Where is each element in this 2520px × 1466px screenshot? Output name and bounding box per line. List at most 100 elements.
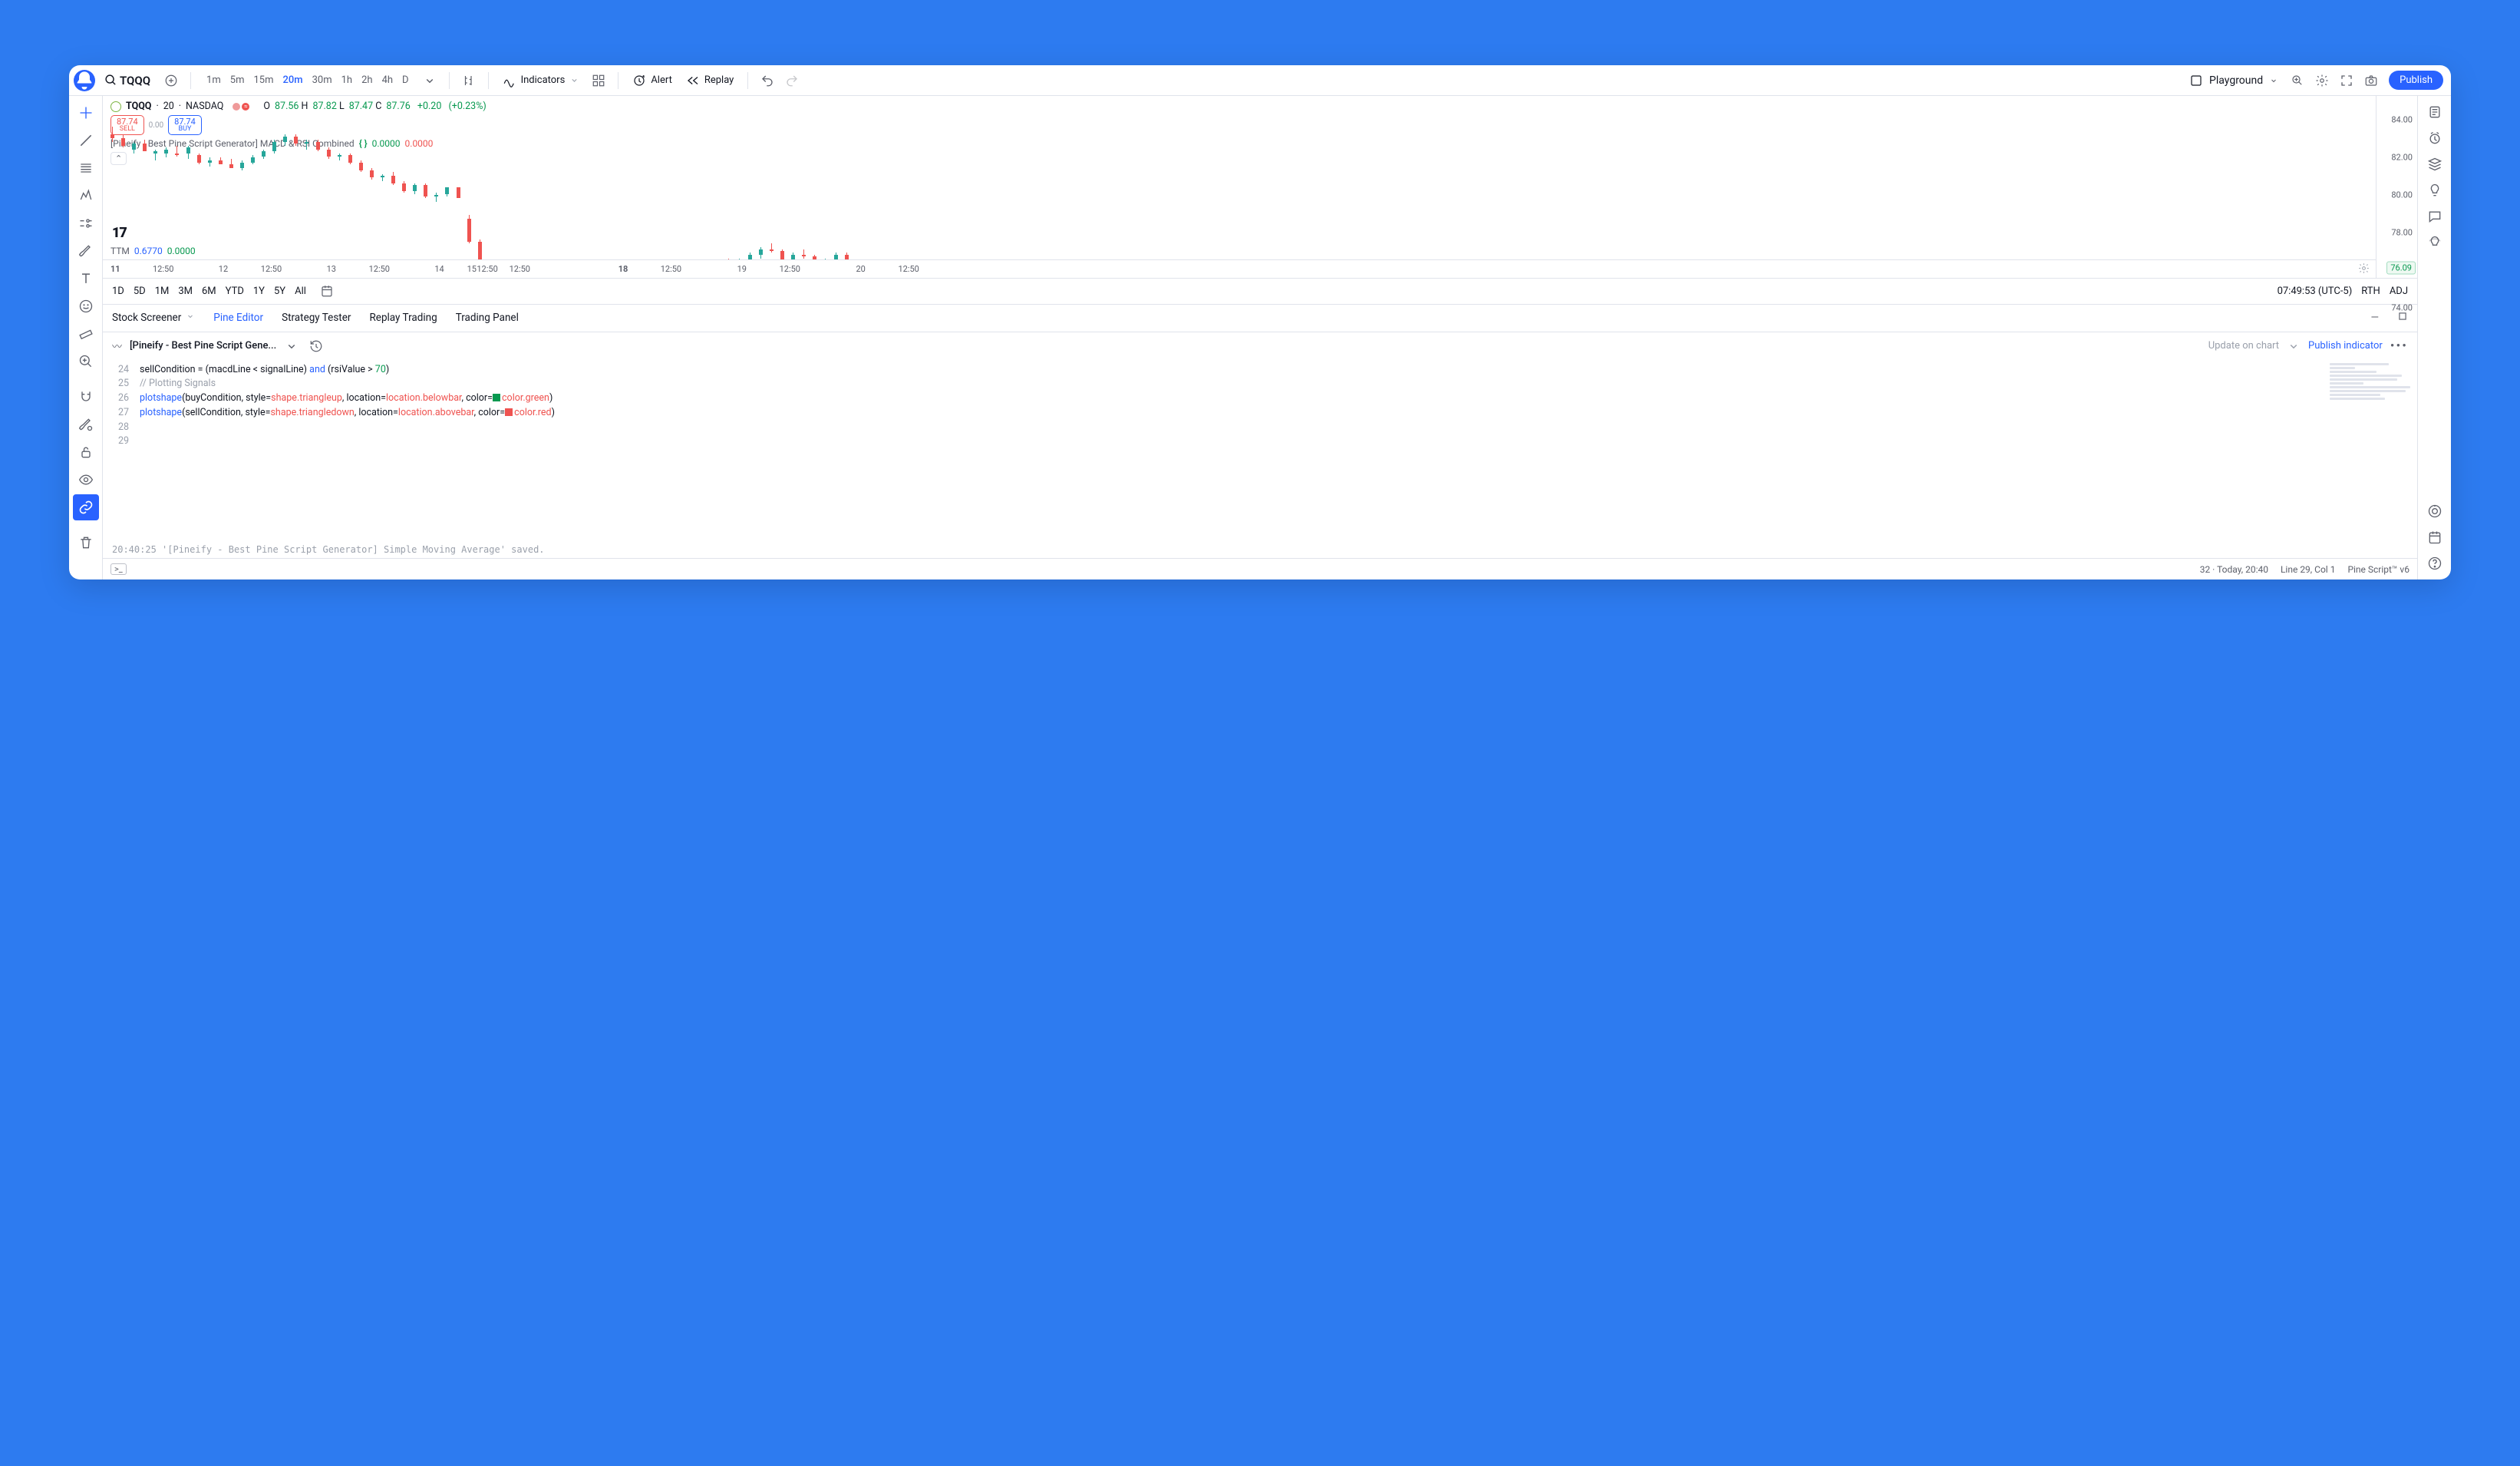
streams-icon[interactable] bbox=[2422, 229, 2448, 256]
help-icon[interactable] bbox=[2422, 550, 2448, 576]
gauge-icon[interactable] bbox=[2422, 498, 2448, 524]
range-5D[interactable]: 5D bbox=[134, 286, 146, 297]
layout-label: Playground bbox=[2209, 74, 2263, 87]
replay-label: Replay bbox=[704, 74, 734, 86]
minimize-panel-icon[interactable]: — bbox=[2370, 312, 2379, 324]
timeframe-30m[interactable]: 30m bbox=[308, 71, 337, 89]
timeframe-4h[interactable]: 4h bbox=[378, 71, 397, 89]
timeframe-20m[interactable]: 20m bbox=[279, 71, 308, 89]
range-1Y[interactable]: 1Y bbox=[253, 286, 265, 297]
last-price-badge: 76.09 bbox=[2386, 262, 2416, 275]
add-symbol-button[interactable] bbox=[160, 69, 183, 92]
code-area[interactable]: sellCondition = (macdLine < signalLine) … bbox=[137, 360, 2417, 542]
timeframe-2h[interactable]: 2h bbox=[357, 71, 377, 89]
editor-header: 〰 [Pineify - Best Pine Script Gene... Up… bbox=[103, 332, 2417, 360]
panel-tab-pine-editor[interactable]: Pine Editor bbox=[213, 312, 263, 324]
range-All[interactable]: All bbox=[295, 286, 306, 297]
trash-tool-icon[interactable] bbox=[73, 530, 99, 556]
update-chevron-icon[interactable] bbox=[2287, 335, 2301, 358]
candlestick-chart[interactable] bbox=[103, 96, 2376, 278]
price-axis[interactable]: 84.0082.0080.0078.0076.0074.0076.09 bbox=[2376, 96, 2417, 278]
templates-icon[interactable] bbox=[587, 69, 610, 92]
undo-icon[interactable] bbox=[756, 69, 779, 92]
range-5Y[interactable]: 5Y bbox=[274, 286, 285, 297]
panel-tab-stock-screener[interactable]: Stock Screener bbox=[112, 312, 195, 324]
alerts-panel-icon[interactable] bbox=[2422, 125, 2448, 151]
terminal-icon[interactable]: >_ bbox=[110, 563, 127, 575]
hotlists-icon[interactable] bbox=[2422, 151, 2448, 177]
text-tool-icon[interactable] bbox=[73, 266, 99, 292]
eye-tool-icon[interactable] bbox=[73, 467, 99, 493]
range-3M[interactable]: 3M bbox=[178, 286, 193, 297]
range-YTD[interactable]: YTD bbox=[226, 286, 244, 297]
timeframe-1h[interactable]: 1h bbox=[337, 71, 357, 89]
panel-tab-strategy-tester[interactable]: Strategy Tester bbox=[282, 312, 351, 324]
timeframe-1m[interactable]: 1m bbox=[202, 71, 226, 89]
ruler-tool-icon[interactable] bbox=[73, 321, 99, 347]
chat-icon[interactable] bbox=[2422, 203, 2448, 229]
timeframe-15m[interactable]: 15m bbox=[249, 71, 278, 89]
lock-tool-icon[interactable] bbox=[73, 439, 99, 465]
symbol-text: TQQQ bbox=[120, 74, 150, 87]
session-button[interactable]: RTH bbox=[2361, 286, 2380, 297]
code-editor[interactable]: 242526272829 sellCondition = (macdLine <… bbox=[103, 360, 2417, 542]
layout-menu[interactable]: Playground bbox=[2183, 71, 2284, 91]
fib-tool-icon[interactable] bbox=[73, 155, 99, 181]
range-6M[interactable]: 6M bbox=[202, 286, 216, 297]
settings-icon[interactable] bbox=[2311, 69, 2334, 92]
minimap[interactable] bbox=[2330, 363, 2414, 401]
timeframe-more-icon[interactable] bbox=[418, 69, 441, 92]
go-to-date-icon[interactable] bbox=[315, 279, 338, 302]
language-label[interactable]: Pine Script™ v6 bbox=[2347, 564, 2410, 575]
brush-tool-icon[interactable] bbox=[73, 238, 99, 264]
top-toolbar: TQQQ 1m5m15m20m30m1h2h4hD Indicators Ale… bbox=[69, 65, 2451, 96]
fullscreen-icon[interactable] bbox=[2335, 69, 2358, 92]
indicators-button[interactable]: Indicators bbox=[496, 71, 586, 91]
pattern-tool-icon[interactable] bbox=[73, 183, 99, 209]
zoom-tool-icon[interactable] bbox=[73, 348, 99, 375]
calendar-icon[interactable] bbox=[2422, 524, 2448, 550]
range-1M[interactable]: 1M bbox=[155, 286, 170, 297]
alert-button[interactable]: Alert bbox=[626, 71, 678, 91]
prediction-tool-icon[interactable] bbox=[73, 210, 99, 236]
script-menu-icon[interactable] bbox=[284, 335, 299, 358]
ideas-icon[interactable] bbox=[2422, 177, 2448, 203]
trendline-tool-icon[interactable] bbox=[73, 127, 99, 154]
indicators-label: Indicators bbox=[521, 74, 566, 86]
drawing-toolbar bbox=[69, 96, 103, 579]
quick-search-icon[interactable] bbox=[2286, 69, 2309, 92]
range-1D[interactable]: 1D bbox=[112, 286, 124, 297]
editor-more-icon[interactable]: ••• bbox=[2390, 338, 2408, 354]
symbol-search[interactable]: TQQQ bbox=[104, 74, 150, 87]
redo-icon[interactable] bbox=[780, 69, 803, 92]
right-toolbar bbox=[2417, 96, 2451, 579]
adj-button[interactable]: ADJ bbox=[2390, 286, 2408, 297]
link-tool-icon[interactable] bbox=[73, 494, 99, 520]
emoji-tool-icon[interactable] bbox=[73, 293, 99, 319]
clock[interactable]: 07:49:53 (UTC-5) bbox=[2278, 286, 2353, 297]
panel-tab-replay-trading[interactable]: Replay Trading bbox=[369, 312, 437, 324]
timeframe-D[interactable]: D bbox=[397, 71, 414, 89]
script-name[interactable]: [Pineify - Best Pine Script Gene... bbox=[130, 340, 276, 352]
app-window: TQQQ 1m5m15m20m30m1h2h4hD Indicators Ale… bbox=[69, 65, 2451, 579]
watchlist-icon[interactable] bbox=[2422, 99, 2448, 125]
time-axis[interactable]: 1112:501212:501312:501412:501512:501812:… bbox=[103, 259, 2376, 278]
script-type-icon: 〰 bbox=[112, 338, 122, 353]
update-on-chart-button[interactable]: Update on chart bbox=[2208, 340, 2279, 352]
replay-button[interactable]: Replay bbox=[680, 71, 740, 91]
history-icon[interactable] bbox=[307, 335, 325, 358]
magnet-tool-icon[interactable] bbox=[73, 384, 99, 410]
lock-draw-tool-icon[interactable] bbox=[73, 411, 99, 437]
cursor-tool-icon[interactable] bbox=[73, 100, 99, 126]
panel-tab-trading-panel[interactable]: Trading Panel bbox=[456, 312, 519, 324]
chart-type-icon[interactable] bbox=[457, 69, 480, 92]
timeframe-5m[interactable]: 5m bbox=[226, 71, 249, 89]
axis-settings-icon[interactable] bbox=[2358, 262, 2370, 277]
maximize-panel-icon[interactable] bbox=[2397, 311, 2408, 325]
logo-icon[interactable] bbox=[74, 70, 95, 91]
chart-area[interactable]: TQQQ ·20 ·NASDAQ ≈ O87.56 H87.82 L87.47 bbox=[103, 96, 2417, 279]
snapshot-icon[interactable] bbox=[2360, 69, 2383, 92]
cursor-position[interactable]: Line 29, Col 1 bbox=[2281, 564, 2335, 575]
publish-indicator-button[interactable]: Publish indicator bbox=[2308, 340, 2383, 352]
publish-button[interactable]: Publish bbox=[2389, 71, 2443, 90]
